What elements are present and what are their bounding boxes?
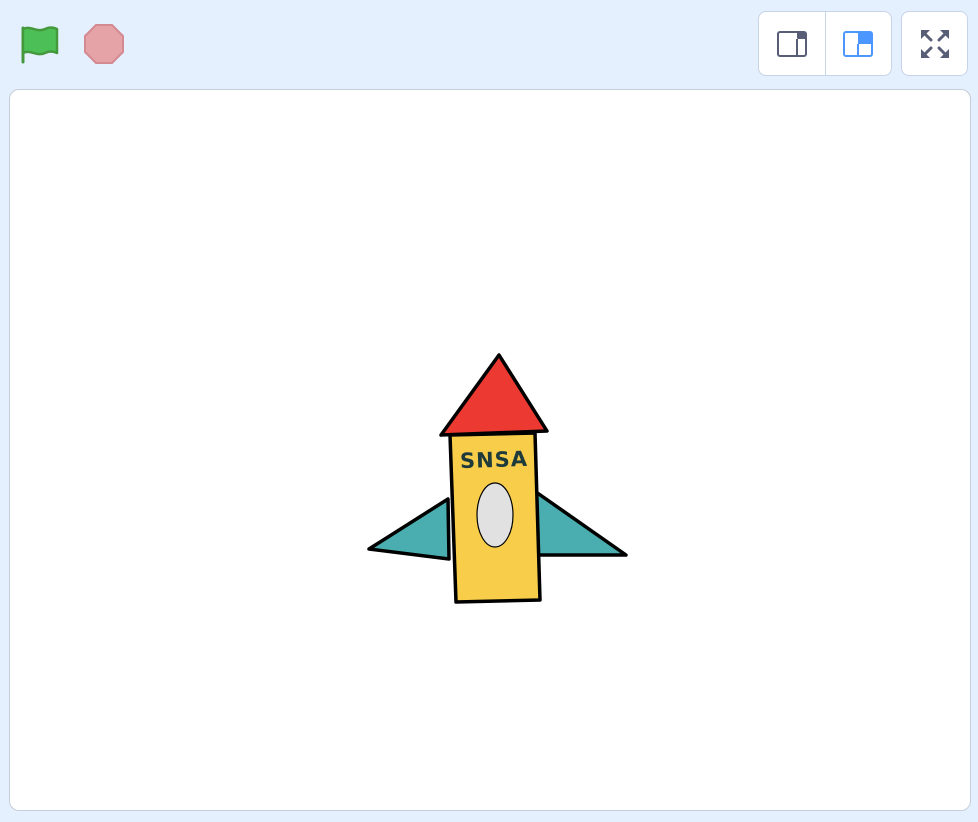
rocket-left-fin [367,497,451,561]
small-stage-button[interactable] [759,12,826,75]
fullscreen-icon [920,29,949,58]
stage-canvas[interactable]: SNSA [9,89,971,811]
rocket-nose-cone [439,353,549,437]
rocket-window [476,482,514,548]
fullscreen-button[interactable] [901,11,968,76]
rocket-right-fin [534,490,628,557]
stop-button[interactable] [82,22,126,66]
green-flag-icon [21,26,59,64]
small-stage-layout-icon [776,30,807,57]
rocket-sprite[interactable]: SNSA [10,90,971,811]
green-flag-button[interactable] [18,22,62,66]
stage-size-toggle [758,11,892,76]
stop-sign-icon [84,24,124,64]
stage-header [0,0,978,88]
normal-stage-layout-icon [843,30,874,57]
normal-stage-button[interactable] [826,12,892,75]
rocket-label-text: SNSA [460,447,529,473]
